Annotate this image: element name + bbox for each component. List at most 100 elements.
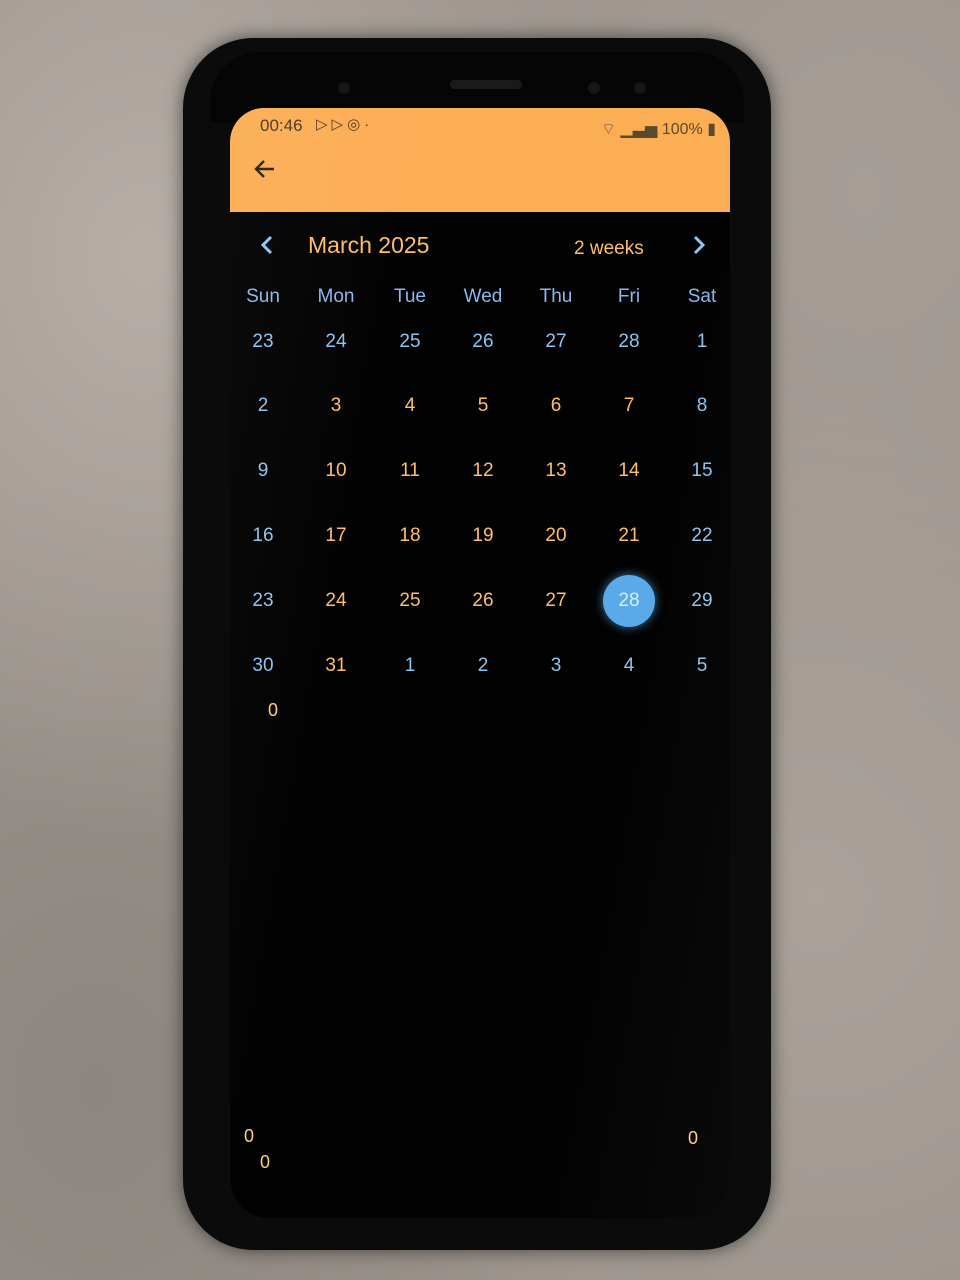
- day-counter: 0: [268, 700, 279, 720]
- view-mode-toggle[interactable]: 2 weeks: [574, 238, 644, 260]
- calendar-day-number: 2: [477, 655, 489, 676]
- earpiece-speaker: [450, 80, 522, 89]
- calendar-day-number: 29: [691, 590, 713, 611]
- calendar-day[interactable]: 10: [306, 449, 366, 493]
- calendar-day[interactable]: 26: [453, 579, 513, 623]
- calendar-day-number: 28: [618, 331, 640, 352]
- calendar-day[interactable]: 25: [380, 579, 440, 623]
- calendar-day[interactable]: 23: [233, 579, 293, 623]
- calendar-day[interactable]: 19: [453, 514, 513, 558]
- calendar-day[interactable]: 13: [526, 449, 586, 493]
- calendar-day[interactable]: 27: [526, 320, 586, 364]
- calendar-day-number: 1: [696, 331, 708, 352]
- calendar-day[interactable]: 30: [233, 644, 293, 688]
- calendar-day-number: 19: [472, 525, 494, 546]
- calendar-day-number: 18: [399, 525, 421, 546]
- next-month-button[interactable]: [686, 232, 712, 262]
- calendar-day-number: 7: [623, 395, 635, 416]
- calendar-day-number: 24: [325, 331, 347, 352]
- weekday-label: Wed: [463, 286, 503, 307]
- calendar-day[interactable]: 17: [306, 514, 366, 558]
- calendar-day[interactable]: 4: [380, 384, 440, 428]
- calendar-day-number: 25: [399, 590, 421, 611]
- calendar-day[interactable]: 1: [380, 644, 440, 688]
- calendar-day[interactable]: 3: [526, 644, 586, 688]
- calendar-day[interactable]: 9: [233, 449, 293, 493]
- calendar-day-number: 4: [623, 655, 635, 676]
- calendar-day-number: 16: [252, 525, 274, 546]
- calendar-day-number: 23: [252, 331, 274, 352]
- chevron-left-icon: [260, 235, 273, 255]
- day-counter: 0: [244, 1126, 255, 1146]
- calendar-day-number: 22: [691, 525, 713, 546]
- month-title[interactable]: March 2025: [308, 232, 429, 259]
- calendar-day-number: 3: [550, 655, 562, 676]
- weekday-label: Sun: [246, 286, 280, 307]
- calendar-day-number: 30: [252, 655, 274, 676]
- battery-percent: 100%: [661, 121, 703, 138]
- weekday-label: Sat: [687, 286, 717, 307]
- calendar-day[interactable]: 5: [453, 384, 513, 428]
- calendar-day[interactable]: 12: [453, 449, 513, 493]
- calendar-day[interactable]: 2: [233, 384, 293, 428]
- calendar-day-number: 9: [257, 460, 269, 481]
- calendar-day[interactable]: 26: [453, 320, 513, 364]
- front-camera: [588, 82, 600, 94]
- phone-screen: 00:46 ▷▷◎· ⌔ ▁▃▅ 100% ▮ March 2025 2 wee…: [230, 108, 730, 1218]
- calendar-day-number: 4: [404, 395, 416, 416]
- calendar-day[interactable]: 4: [599, 644, 659, 688]
- calendar-day[interactable]: 15: [672, 449, 730, 493]
- calendar-day[interactable]: 22: [672, 514, 730, 558]
- calendar-day[interactable]: 16: [233, 514, 293, 558]
- back-button[interactable]: [250, 156, 280, 188]
- status-right: ⌔ ▁▃▅ 100% ▮: [601, 119, 716, 139]
- calendar-day[interactable]: 3: [306, 384, 366, 428]
- status-time: 00:46: [260, 116, 303, 135]
- calendar-day[interactable]: 14: [599, 449, 659, 493]
- calendar-day[interactable]: 18: [380, 514, 440, 558]
- calendar-day-number: 5: [696, 655, 708, 676]
- calendar-day[interactable]: 23: [233, 320, 293, 364]
- target-icon: ◎: [347, 116, 365, 133]
- calendar-day[interactable]: 24: [306, 320, 366, 364]
- calendar-header: March 2025 2 weeks: [230, 230, 730, 266]
- day-counter: 0: [688, 1128, 699, 1148]
- chevron-right-icon: [693, 235, 706, 255]
- calendar-day[interactable]: 28: [599, 320, 659, 364]
- calendar-day[interactable]: 20: [526, 514, 586, 558]
- calendar-day-number: 21: [618, 525, 640, 546]
- dot-icon: ·: [364, 116, 374, 133]
- calendar-day[interactable]: 31: [306, 644, 366, 688]
- calendar-day[interactable]: 7: [599, 384, 659, 428]
- calendar-day-number: 2: [257, 395, 269, 416]
- calendar-day-number: 13: [545, 460, 567, 481]
- calendar-day-number: 1: [404, 655, 416, 676]
- play-store-icon: ▷: [331, 116, 348, 133]
- calendar-day[interactable]: 11: [380, 449, 440, 493]
- calendar-day-number: 28: [618, 590, 640, 611]
- calendar-day[interactable]: 2: [453, 644, 513, 688]
- calendar-day-number: 10: [325, 460, 347, 481]
- calendar-day-selected[interactable]: 28: [599, 575, 659, 627]
- battery-icon: ▮: [707, 121, 716, 138]
- calendar-day-number: 11: [400, 460, 420, 481]
- proximity-sensor: [338, 82, 350, 94]
- calendar-day[interactable]: 6: [526, 384, 586, 428]
- calendar-day-number: 25: [399, 331, 421, 352]
- calendar-day[interactable]: 29: [672, 579, 730, 623]
- wifi-icon: ⌔: [600, 121, 616, 138]
- calendar-day[interactable]: 8: [672, 384, 730, 428]
- calendar-day-number: 31: [325, 655, 347, 676]
- calendar-day-number: 3: [330, 395, 342, 416]
- previous-month-button[interactable]: [254, 232, 280, 262]
- calendar-day[interactable]: 27: [526, 579, 586, 623]
- calendar-day[interactable]: 1: [672, 320, 730, 364]
- calendar-day-number: 20: [545, 525, 567, 546]
- calendar-day[interactable]: 5: [672, 644, 730, 688]
- calendar-day[interactable]: 24: [306, 579, 366, 623]
- weekday-label: Fri: [617, 286, 641, 307]
- weekday-header-row: Sun Mon Tue Wed Thu Fri Sat: [230, 286, 730, 316]
- calendar-day[interactable]: 25: [380, 320, 440, 364]
- arrow-left-icon: [254, 160, 274, 178]
- calendar-day[interactable]: 21: [599, 514, 659, 558]
